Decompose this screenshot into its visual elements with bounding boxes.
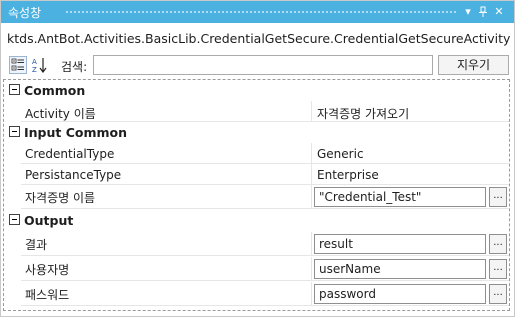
category-label: Input Common	[24, 125, 128, 140]
property-row[interactable]: 패스워드 password ...	[4, 282, 509, 306]
sort-alphabetical-icon[interactable]: A Z	[31, 56, 49, 74]
svg-text:A: A	[32, 58, 37, 66]
username-field[interactable]: userName	[314, 259, 486, 279]
property-value: 자격증명 가져오기	[317, 107, 410, 121]
category-output[interactable]: Output	[4, 210, 509, 231]
password-field[interactable]: password	[314, 284, 486, 304]
property-row[interactable]: Activity 이름 자격증명 가져오기	[4, 101, 509, 122]
properties-panel: 속성창 ▾ ✕ ktds.AntBot.Activities.BasicLib.…	[0, 0, 515, 317]
edit-expression-button[interactable]: ...	[489, 284, 507, 304]
credential-name-field[interactable]: "Credential_Test"	[314, 187, 486, 207]
result-field[interactable]: result	[314, 234, 486, 254]
collapse-icon[interactable]	[9, 84, 20, 95]
collapse-icon[interactable]	[9, 214, 20, 225]
search-input[interactable]	[93, 55, 433, 75]
chevron-down-icon[interactable]: ▾	[461, 4, 475, 20]
property-name: 사용자명	[25, 263, 70, 277]
grid-toolbar: A Z 검색: 지우기	[1, 53, 514, 77]
search-label: 검색:	[61, 60, 88, 74]
property-name: CredentialType	[25, 147, 115, 161]
category-label: Common	[24, 83, 86, 98]
edit-expression-button[interactable]: ...	[489, 259, 507, 279]
category-input-common[interactable]: Input Common	[4, 122, 509, 143]
property-row[interactable]: CredentialType Generic	[4, 143, 509, 164]
svg-text:Z: Z	[32, 66, 37, 74]
pin-icon[interactable]	[476, 4, 490, 20]
edit-expression-button[interactable]: ...	[489, 234, 507, 254]
category-common[interactable]: Common	[4, 80, 509, 101]
collapse-icon[interactable]	[9, 126, 20, 137]
property-row[interactable]: 자격증명 이름 "Credential_Test" ...	[4, 185, 509, 209]
close-icon[interactable]: ✕	[492, 4, 506, 20]
property-name: 패스워드	[25, 288, 70, 302]
property-name: Activity 이름	[25, 107, 96, 121]
property-row[interactable]: 사용자명 userName ...	[4, 257, 509, 281]
category-label: Output	[24, 213, 74, 228]
panel-title: 속성창	[8, 6, 42, 20]
sort-by-category-icon[interactable]	[9, 56, 27, 74]
property-name: 결과	[25, 238, 48, 252]
activity-type-name: ktds.AntBot.Activities.BasicLib.Credenti…	[7, 31, 511, 46]
property-grid: Common Activity 이름 자격증명 가져오기 Input Commo…	[3, 79, 510, 311]
property-value: Generic	[317, 147, 364, 161]
property-row[interactable]: 결과 result ...	[4, 232, 509, 256]
edit-expression-button[interactable]: ...	[489, 187, 507, 207]
panel-titlebar[interactable]: 속성창 ▾ ✕	[1, 1, 514, 23]
clear-search-button[interactable]: 지우기	[438, 55, 509, 75]
titlebar-grip	[65, 10, 458, 15]
property-name: PersistanceType	[25, 168, 122, 182]
property-row[interactable]: PersistanceType Enterprise	[4, 164, 509, 185]
property-value: Enterprise	[317, 168, 379, 182]
property-name: 자격증명 이름	[25, 191, 96, 205]
